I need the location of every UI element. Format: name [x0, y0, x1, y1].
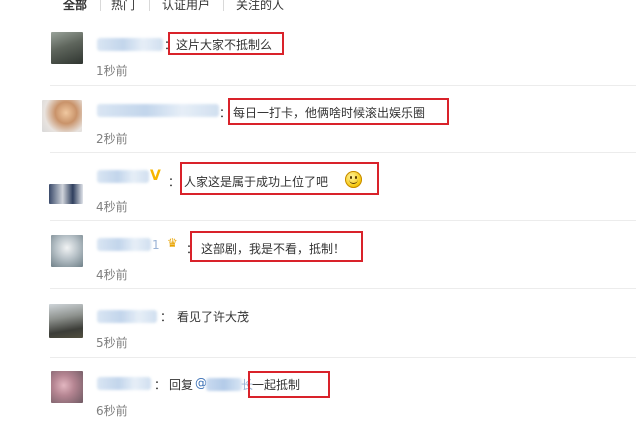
comment-item: ： 这片大家不抵制么 1秒前: [0, 32, 636, 98]
highlight-box: [180, 162, 379, 195]
username[interactable]: [97, 170, 149, 183]
divider: [50, 220, 636, 221]
divider: [50, 152, 636, 153]
timestamp[interactable]: 4秒前: [96, 198, 128, 215]
tab-all[interactable]: 全部: [63, 0, 87, 12]
tab-divider: [100, 0, 101, 11]
avatar[interactable]: [42, 100, 82, 132]
avatar[interactable]: [51, 235, 83, 267]
timestamp[interactable]: 6秒前: [96, 402, 128, 419]
username[interactable]: [97, 38, 163, 51]
tab-divider: [223, 0, 224, 11]
timestamp[interactable]: 2秒前: [96, 130, 128, 147]
divider: [50, 288, 636, 289]
mention-username[interactable]: [206, 378, 242, 391]
colon: ：: [154, 378, 167, 392]
tab-hot[interactable]: 热门: [111, 0, 135, 12]
avatar[interactable]: [49, 304, 83, 338]
timestamp[interactable]: 5秒前: [96, 334, 128, 351]
username[interactable]: [97, 310, 157, 323]
username[interactable]: [97, 104, 219, 117]
highlight-box: [168, 32, 284, 55]
vip-badge-icon: V: [150, 168, 161, 184]
avatar[interactable]: [49, 184, 83, 204]
crown-icon: ♛: [167, 236, 178, 250]
username[interactable]: [97, 238, 151, 251]
timestamp[interactable]: 1秒前: [96, 62, 128, 79]
comment-item: ： 每日一打卡，他俩啥时候滚出娱乐圈 2秒前: [0, 98, 636, 164]
tab-verified-users[interactable]: 认证用户: [162, 0, 210, 12]
divider: [50, 85, 636, 86]
comment-item: ： 回复 @ 长 一起抵制 6秒前: [0, 369, 636, 435]
tab-following[interactable]: 关注的人: [236, 0, 284, 12]
tab-divider: [149, 0, 150, 11]
avatar[interactable]: [51, 371, 83, 403]
highlight-box: [190, 231, 363, 262]
colon: ：: [168, 175, 181, 189]
comment-filter-tabs: 全部 热门 认证用户 关注的人: [0, 0, 636, 18]
avatar[interactable]: [51, 32, 83, 64]
highlight-box: [248, 371, 330, 398]
reply-label: 回复: [169, 378, 194, 392]
timestamp[interactable]: 4秒前: [96, 266, 128, 283]
highlight-box: [228, 98, 449, 125]
username[interactable]: [97, 377, 151, 390]
colon: ：: [160, 310, 173, 324]
comment-item: ： 看见了许大茂 5秒前: [0, 302, 636, 368]
comment-item: 1 ♛ ： 这部剧，我是不看，抵制！ 4秒前: [0, 230, 636, 296]
username-suffix: 1: [152, 238, 160, 252]
divider: [50, 357, 636, 358]
comment-text: 看见了许大茂: [177, 310, 250, 324]
